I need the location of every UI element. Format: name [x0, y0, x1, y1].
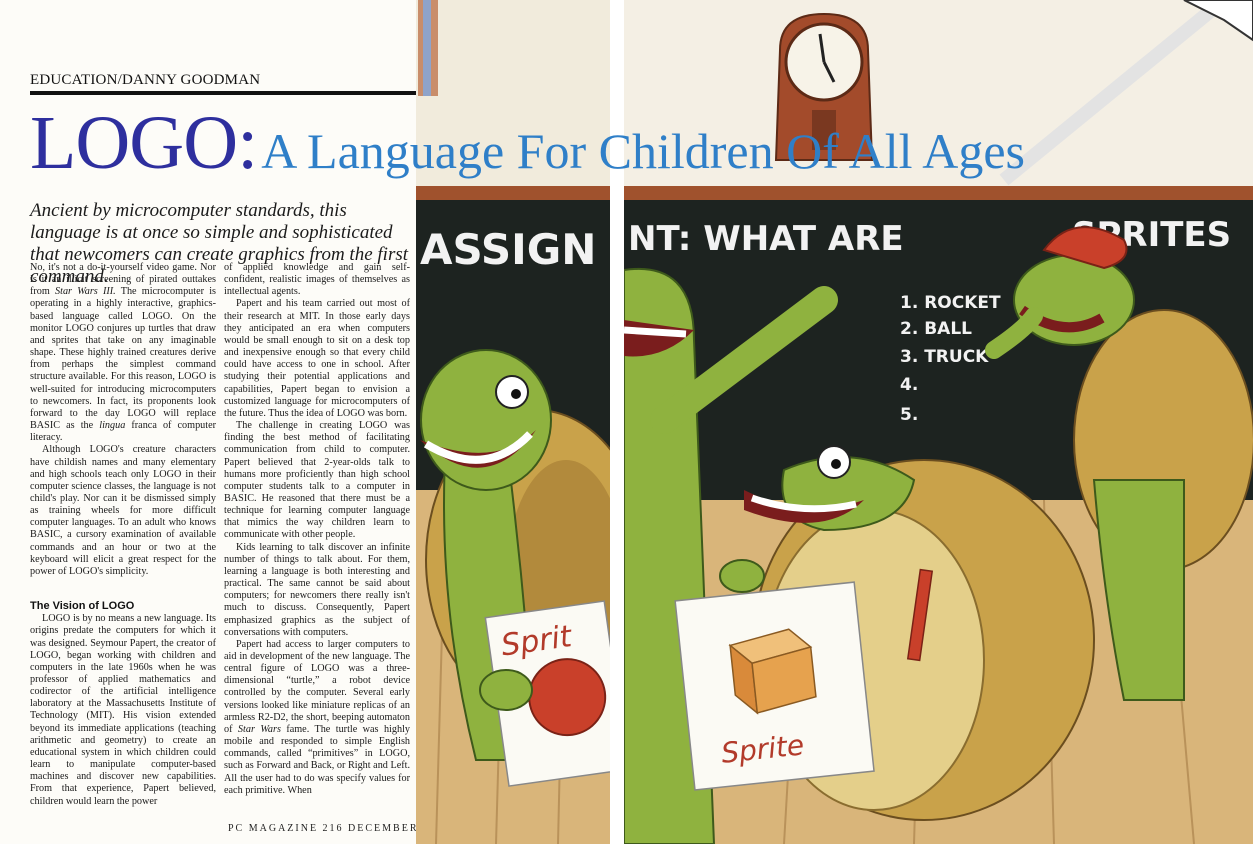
- section-header: EDUCATION/DANNY GOODMAN: [30, 72, 416, 95]
- turtle-head: [420, 349, 552, 491]
- title-subtitle: A Language For Children Of All Ages: [261, 123, 1025, 179]
- article-title: LOGO: A Language For Children Of All Age…: [30, 96, 1025, 190]
- section-heading: The Vision of LOGO: [30, 600, 135, 613]
- paragraph: Although LOGO's creature characters have…: [30, 444, 216, 577]
- paragraph: Kids learning to talk discover an infini…: [224, 541, 410, 638]
- article-column-2: of applied knowledge and gain self-confi…: [224, 262, 410, 797]
- board-text: ASSIGN: [420, 225, 596, 274]
- svg-text:2. BALL: 2. BALL: [900, 319, 972, 339]
- svg-text:5.: 5.: [900, 405, 918, 425]
- sprite-paper-right: Sprite: [674, 581, 875, 791]
- svg-text:3. TRUCK: 3. TRUCK: [900, 347, 989, 367]
- title-main: LOGO:: [30, 101, 258, 185]
- paragraph: No, it's not a do-it-yourself video game…: [30, 262, 217, 444]
- page-footer: PC MAGAZINE 216 DECEMBER 1982: [228, 823, 452, 834]
- svg-text:4.: 4.: [900, 375, 918, 395]
- svg-text:1. ROCKET: 1. ROCKET: [900, 293, 1001, 313]
- paragraph: The challenge in creating LOGO was findi…: [224, 420, 410, 541]
- board-text: NT: WHAT ARE: [628, 219, 904, 259]
- article-column-1: No, it's not a do-it-yourself video game…: [30, 262, 216, 808]
- paragraph: Papert and his team carried out most of …: [224, 298, 410, 419]
- paragraph: Papert had access to larger computers to…: [224, 638, 410, 796]
- paragraph: LOGO is by no means a new language. Its …: [30, 613, 216, 807]
- paragraph: of applied knowledge and gain self-confi…: [224, 262, 410, 298]
